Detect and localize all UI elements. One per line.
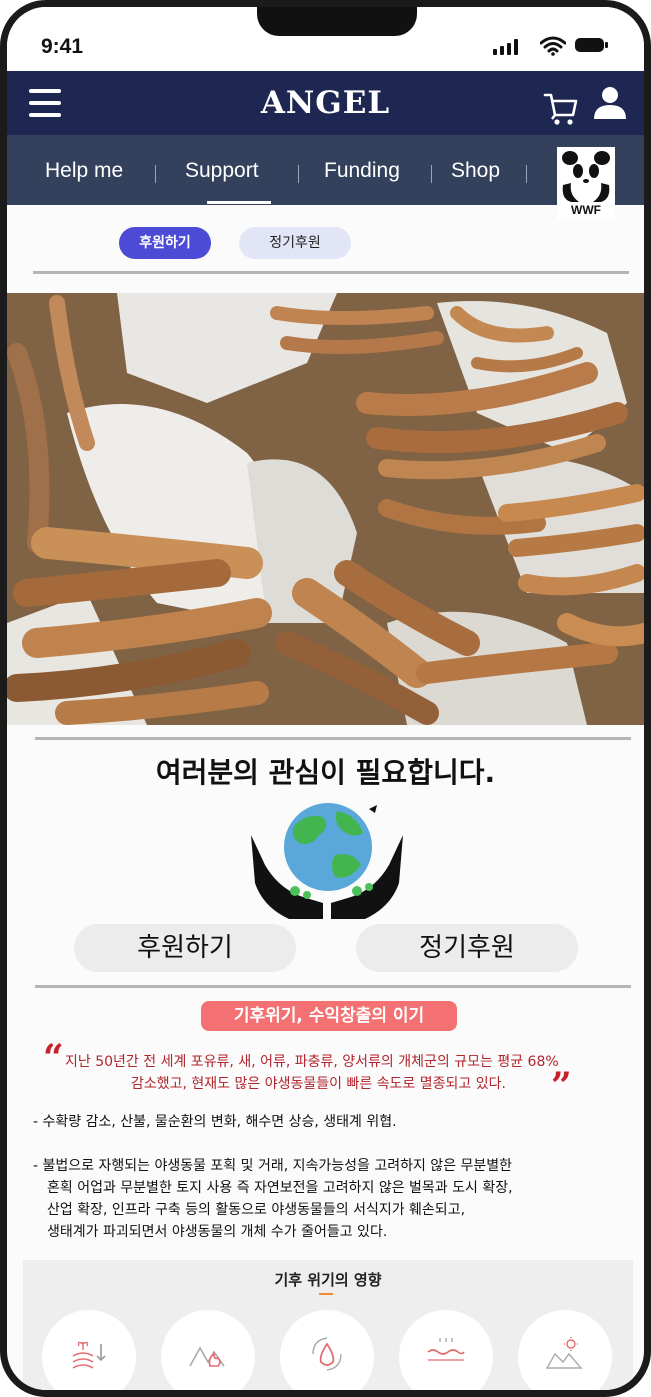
bullet-habitat-line-2: 혼획 어업과 무분별한 토지 사용 즉 자연보전을 고려하지 않은 벌목과 도시… [47,1180,513,1196]
nav-separator [298,165,299,183]
quote-text-line-1: 지난 50년간 전 세계 포유류, 새, 어류, 파충류, 양서류의 개체군의 … [65,1054,559,1070]
crop-icon [72,1341,106,1369]
signal-icon [493,39,518,55]
regular-donation-button[interactable]: 정기후원 [356,924,578,972]
nav-funding[interactable]: Funding [324,159,400,183]
divider [35,985,631,988]
tab-donate[interactable]: 후원하기 [119,227,211,259]
mountain-fire-icon [189,1346,225,1367]
wifi-icon [540,36,566,56]
water-cycle-icon [312,1337,342,1371]
sea-level-icon [427,1338,465,1361]
nav-separator [431,165,432,183]
notch [257,7,417,36]
impact-title: 기후 위기의 영향 [274,1271,382,1289]
climate-crisis-badge: 기후위기, 수익창출의 이기 [201,1001,457,1031]
app-header: ANGEL [7,71,644,135]
battery-icon [575,38,608,52]
cart-icon[interactable] [543,91,579,127]
impact-title-underline [319,1293,333,1295]
phone-frame: 9:41 ANGEL Help me Support Funding Shop … [0,0,651,1397]
impact-item-drought[interactable] [518,1310,612,1390]
divider [35,737,631,740]
tab-regular-donation[interactable]: 정기후원 [239,227,351,259]
impact-item-sea-level[interactable] [399,1310,493,1390]
wwf-text: WWF [571,203,601,217]
nav-shop[interactable]: Shop [451,159,500,183]
nav-separator [155,165,156,183]
nav-support[interactable]: Support [185,159,259,183]
divider [33,271,629,274]
quote-text-line-2: 감소했고, 현재도 많은 야생동물들이 빠른 속도로 멸종되고 있다. [131,1076,506,1092]
climate-impact-section: 기후 위기의 영향 [23,1260,633,1390]
nav-bar: Help me Support Funding Shop WWF [7,135,644,219]
impact-item-wildfire[interactable] [161,1310,255,1390]
drought-icon [545,1337,583,1369]
nav-help-me[interactable]: Help me [45,159,123,183]
headline: 여러분의 관심이 필요합니다. [155,756,496,789]
wwf-logo[interactable]: WWF [557,147,615,219]
bullet-habitat-line-1: - 불법으로 자행되는 야생동물 포획 및 거래, 지속가능성을 고려하지 않은… [33,1158,513,1174]
quote-open-mark: “ [43,1037,64,1079]
bullet-habitat-line-4: 생태계가 파괴되면서 야생동물의 개체 수가 줄어들고 있다. [47,1224,388,1240]
impact-item-water-cycle[interactable] [280,1310,374,1390]
panda-icon [562,151,610,202]
nav-active-indicator [207,201,271,204]
quote-close-mark: ” [551,1065,572,1107]
status-time: 9:41 [41,35,84,58]
user-icon[interactable] [592,85,628,121]
globe-hands-icon [251,803,403,919]
impact-item-crop[interactable] [42,1310,136,1390]
donate-button[interactable]: 후원하기 [74,924,296,972]
nav-separator [526,165,527,183]
bullet-habitat-line-3: 산업 확장, 인프라 구축 등의 활동으로 야생동물들의 서식지가 훼손되고, [47,1202,466,1218]
ivory-photo [7,293,644,725]
bullet-climate-effects: - 수확량 감소, 산불, 물순환의 변화, 해수면 상승, 생태계 위협. [33,1114,397,1130]
hero-image-ivory [7,293,644,725]
